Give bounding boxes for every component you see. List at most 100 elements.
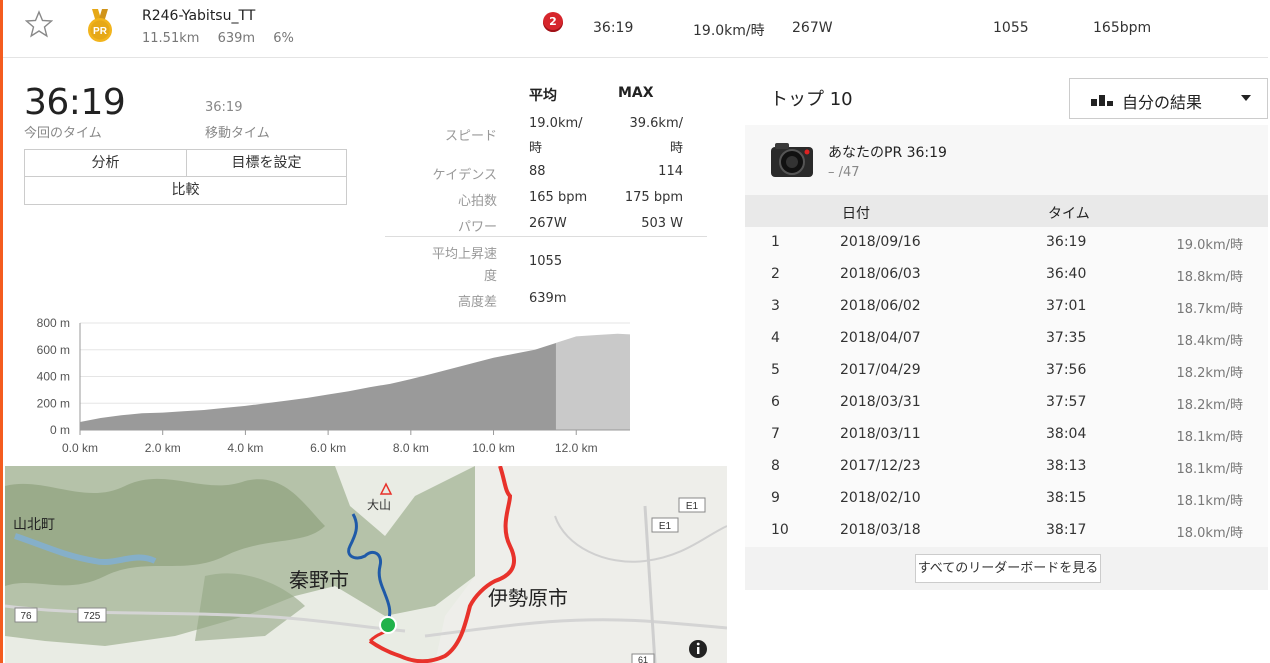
row-date[interactable]: 2018/04/07 (840, 330, 921, 346)
row-rank: 7 (771, 426, 780, 442)
heart-rate-avg: 165 bpm (529, 190, 588, 205)
pr-medal-icon: PR (88, 9, 112, 42)
vam-label-line1: 平均上昇速 (431, 247, 497, 262)
row-speed: 18.2km/時 (1176, 398, 1243, 413)
leaderboard-row[interactable]: 9 2018/02/10 38:15 18.1km/時 (745, 483, 1268, 515)
row-time: 38:13 (1046, 458, 1087, 474)
row-date[interactable]: 2018/06/02 (840, 298, 921, 314)
row-speed: 18.1km/時 (1176, 462, 1243, 477)
row-date[interactable]: 2018/09/16 (840, 234, 921, 250)
segment-power: 267W (792, 20, 833, 36)
leaderboard-row[interactable]: 8 2017/12/23 38:13 18.1km/時 (745, 451, 1268, 483)
results-dropdown[interactable]: 自分の結果 (1069, 78, 1268, 119)
set-goal-button[interactable]: 目標を設定 (186, 149, 347, 177)
camera-avatar (771, 143, 813, 177)
stats-divider (385, 236, 707, 237)
leaderboard-row[interactable]: 5 2017/04/29 37:56 18.2km/時 (745, 355, 1268, 387)
segment-elevation: 639m (217, 31, 256, 46)
leaderboard-row[interactable]: 6 2018/03/31 37:57 18.2km/時 (745, 387, 1268, 419)
cadence-label: ケイデンス (432, 168, 497, 183)
row-date[interactable]: 2018/03/11 (840, 426, 921, 442)
y-tick-label: 600 m (37, 343, 70, 357)
map-label-yamakita: 山北町 (13, 516, 55, 532)
compare-button[interactable]: 比較 (24, 176, 347, 205)
view-all-leaderboards-button[interactable]: すべてのリーダーボードを見る (915, 554, 1101, 583)
power-max: 503 W (641, 216, 683, 231)
speed-avg-line2: 時 (529, 141, 543, 156)
speed-max-line1: 39.6km/ (629, 116, 683, 131)
accent-bar (0, 0, 3, 663)
moving-label: 移動タイム (205, 126, 270, 141)
leaderboard-row[interactable]: 7 2018/03/11 38:04 18.1km/時 (745, 419, 1268, 451)
analysis-button[interactable]: 分析 (24, 149, 187, 177)
map-road-76: 76 (20, 611, 32, 622)
elev-gain-value: 639m (529, 291, 567, 306)
segment-heart-rate: 165bpm (1093, 20, 1152, 36)
vam-value: 1055 (529, 254, 563, 269)
elev-gain-label: 高度差 (457, 295, 497, 310)
row-rank: 1 (771, 234, 780, 250)
heart-rate-max: 175 bpm (624, 190, 683, 205)
top10-panel: あなたのPR 36:19 – /47 日付 タイム 1 2018/09/16 36:… (745, 125, 1268, 590)
row-rank: 5 (771, 362, 780, 378)
speed-label: スピード (444, 129, 497, 144)
x-tick-label: 2.0 km (145, 441, 181, 455)
leaderboard-row[interactable]: 2 2018/06/03 36:40 18.8km/時 (745, 259, 1268, 291)
segment-name[interactable]: R246-Yabitsu_TT (142, 8, 255, 24)
map-road-725: 725 (84, 611, 101, 622)
leaderboard-row[interactable]: 1 2018/09/16 36:19 19.0km/時 (745, 227, 1268, 259)
map-label-isehara: 伊勢原市 (488, 587, 568, 610)
segment-vam: 1055 (993, 20, 1029, 36)
leaderboard-row[interactable]: 3 2018/06/02 37:01 18.7km/時 (745, 291, 1268, 323)
row-time: 36:19 (1046, 234, 1087, 250)
star-icon[interactable] (25, 10, 53, 38)
segment-distance: 11.51km (142, 31, 200, 46)
y-tick-label: 200 m (37, 396, 70, 410)
row-date[interactable]: 2017/04/29 (840, 362, 921, 378)
segment-row[interactable]: PR R246-Yabitsu_TT 11.51km 639m 6% 2 36:… (3, 0, 1268, 58)
map-road-61: 61 (638, 655, 648, 663)
row-date[interactable]: 2018/03/18 (840, 522, 921, 538)
map-road-e1b: E1 (659, 521, 672, 532)
elevation-area-after (555, 333, 630, 430)
leaderboard-header: 日付 タイム (745, 195, 1268, 227)
leaderboard-row[interactable]: 10 2018/03/18 38:17 18.0km/時 (745, 515, 1268, 547)
top10-title: トップ 10 (770, 89, 853, 110)
pr-title: あなたのPR 36:19 (828, 145, 947, 161)
row-date[interactable]: 2017/12/23 (840, 458, 921, 474)
row-speed: 18.4km/時 (1176, 334, 1243, 349)
row-date[interactable]: 2018/02/10 (840, 490, 921, 506)
elevation-chart[interactable]: 0 m 200 m 400 m 600 m 800 m 0.0 km 2.0 km 4.0 k… (20, 315, 640, 460)
row-speed: 18.7km/時 (1176, 302, 1243, 317)
leaderboard-row[interactable]: 4 2018/04/07 37:35 18.4km/時 (745, 323, 1268, 355)
max-header: MAX (618, 85, 654, 101)
row-date[interactable]: 2018/03/31 (840, 394, 921, 410)
bar-chart-icon (1091, 95, 1113, 106)
row-rank: 3 (771, 298, 780, 314)
time-column-header: タイム (1048, 206, 1090, 222)
power-label: パワー (457, 220, 497, 235)
leaderboard-body: 1 2018/09/16 36:19 19.0km/時 2 2018/06/03 36:4… (745, 227, 1268, 547)
row-speed: 18.2km/時 (1176, 366, 1243, 381)
row-date[interactable]: 2018/06/03 (840, 266, 921, 282)
row-speed: 18.8km/時 (1176, 270, 1243, 285)
row-time: 37:01 (1046, 298, 1087, 314)
row-time: 36:40 (1046, 266, 1087, 282)
power-avg: 267W (529, 216, 567, 231)
x-tick-label: 12.0 km (555, 441, 598, 455)
y-tick-label: 400 m (37, 370, 70, 384)
elapsed-time: 36:19 (24, 82, 126, 123)
row-rank: 8 (771, 458, 780, 474)
route-map[interactable]: 大山 山北町 秦野市 伊勢原市 76 725 E1 E1 61 (5, 466, 727, 663)
speed-max-line2: 時 (669, 141, 683, 156)
map-road-e1a: E1 (686, 501, 699, 512)
map-label-oyama: 大山 (367, 498, 391, 512)
row-speed: 18.1km/時 (1176, 494, 1243, 509)
map-label-hadano: 秦野市 (289, 569, 349, 592)
info-icon[interactable] (689, 640, 707, 658)
row-speed: 18.0km/時 (1176, 526, 1243, 541)
elevation-area-segment (80, 342, 556, 430)
rank-badge: 2 (543, 12, 563, 32)
segment-speed: 19.0km/時 (693, 23, 765, 39)
x-tick-label: 10.0 km (472, 441, 515, 455)
